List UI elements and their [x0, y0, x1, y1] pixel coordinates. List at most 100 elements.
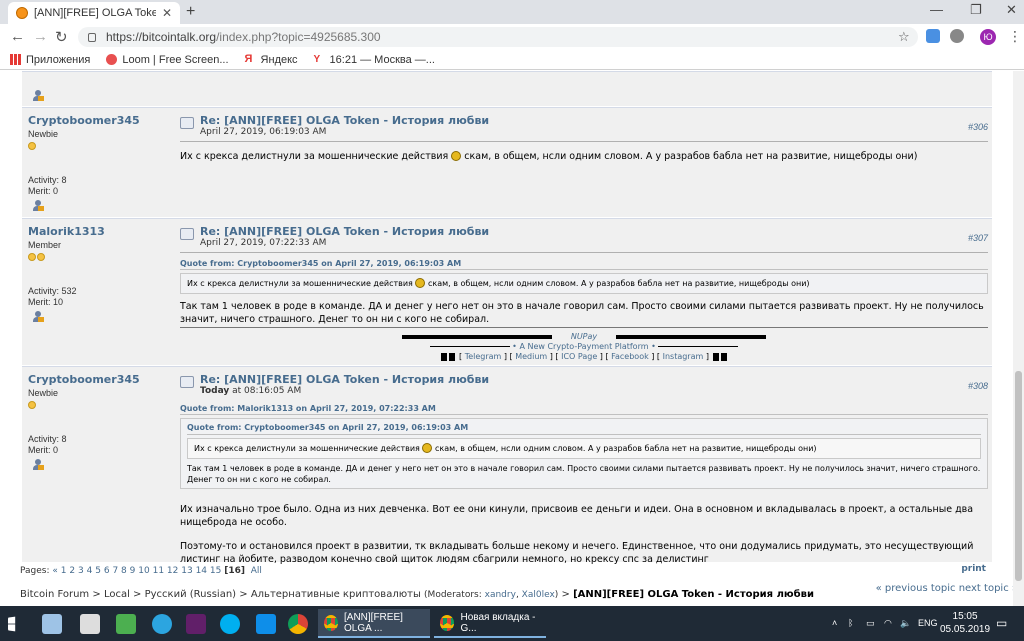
post-number[interactable]: #306 [968, 122, 988, 132]
url-host: https://bitcointalk.org [106, 30, 217, 44]
page-link[interactable]: 5 [95, 566, 101, 576]
bookmark-weather[interactable]: Y 16:21 — Москва —... [314, 54, 435, 66]
user-profile-icon[interactable] [32, 459, 44, 471]
author-merit: Merit: 0 [28, 445, 59, 455]
translate-extension-icon[interactable] [926, 29, 940, 43]
print-link[interactable]: print [961, 564, 986, 574]
clock[interactable]: 15:05 05.05.2019 [940, 610, 990, 636]
post-number[interactable]: #307 [968, 233, 988, 243]
signature-link-facebook[interactable]: Facebook [611, 352, 649, 361]
minimize-icon[interactable]: — [930, 2, 943, 17]
post-subject[interactable]: Re: [ANN][FREE] OLGA Token - История люб… [200, 373, 489, 386]
previous-topic-link[interactable]: « previous topic [876, 583, 956, 594]
language-indicator[interactable]: ENG [918, 618, 938, 628]
scrollbar[interactable] [1013, 71, 1024, 606]
page-link[interactable]: 1 [61, 566, 67, 576]
author-name[interactable]: Malorik1313 [28, 225, 178, 238]
moderators: (Moderators: xandry, Xal0lex) [424, 590, 559, 600]
extension-icon[interactable] [950, 29, 964, 43]
page-link[interactable]: 2 [69, 566, 75, 576]
page-link[interactable]: 13 [181, 566, 192, 576]
teamviewer-icon[interactable] [256, 614, 276, 634]
network-icon[interactable]: ▭ [866, 618, 875, 629]
signature-link-ico-page[interactable]: ICO Page [561, 352, 597, 361]
page-link[interactable]: 9 [130, 566, 136, 576]
close-window-icon[interactable]: ✕ [1006, 2, 1017, 18]
breadcrumb-item[interactable]: Local [104, 589, 130, 600]
quote-header[interactable]: Quote from: Malorik1313 on April 27, 201… [180, 404, 988, 415]
page-link[interactable]: 11 [153, 566, 164, 576]
user-profile-icon[interactable] [32, 90, 44, 102]
post-text: Их изначально трое было. Одна из них дев… [180, 504, 974, 528]
breadcrumb-item[interactable]: Русский (Russian) [145, 589, 236, 600]
bookmark-star-icon[interactable]: ☆ [898, 29, 910, 45]
nested-quote-header[interactable]: Quote from: Cryptoboomer345 on April 27,… [187, 422, 981, 435]
breadcrumb-item[interactable]: Bitcoin Forum [20, 589, 89, 600]
forward-icon[interactable]: → [33, 28, 48, 45]
quote-header[interactable]: Quote from: Cryptoboomer345 on April 27,… [180, 259, 988, 270]
bookmark-loom[interactable]: Loom | Free Screen... [106, 54, 229, 66]
signature-tagline[interactable]: A New Crypto-Payment Platform [519, 342, 648, 351]
breadcrumb-item[interactable]: Альтернативные криптовалюты [251, 589, 421, 600]
bookmark-yandex[interactable]: Я Яндекс [245, 54, 298, 66]
clock-date: 05.05.2019 [940, 624, 991, 635]
page-link[interactable]: 4 [87, 566, 93, 576]
signature-link-medium[interactable]: Medium [515, 352, 547, 361]
notifications-icon[interactable]: ▭ [996, 616, 1007, 630]
next-topic-link[interactable]: next topic » [959, 583, 1018, 594]
page-link[interactable]: 8 [121, 566, 127, 576]
taskbar-app-newtab[interactable]: Новая вкладка - G... [434, 609, 546, 638]
moderator-link[interactable]: Xal0lex [522, 590, 555, 600]
page-link[interactable]: 7 [112, 566, 118, 576]
camtasia-icon[interactable] [116, 614, 136, 634]
windows-start-icon[interactable] [8, 616, 16, 632]
tab-strip: [ANN][FREE] OLGA Token - Истори ✕ + — ❐ … [0, 0, 1024, 24]
page-link[interactable]: 14 [196, 566, 207, 576]
author-name[interactable]: Cryptoboomer345 [28, 114, 178, 127]
author-rank: Newbie [28, 129, 59, 139]
user-profile-icon[interactable] [32, 200, 44, 212]
post-number[interactable]: #308 [968, 381, 988, 391]
profile-avatar[interactable]: Ю [980, 29, 996, 45]
close-tab-icon[interactable]: ✕ [162, 6, 172, 20]
author-name[interactable]: Cryptoboomer345 [28, 373, 178, 386]
wifi-icon[interactable]: ◠ [884, 618, 892, 629]
page-link[interactable]: 6 [104, 566, 110, 576]
tab-title: [ANN][FREE] OLGA Token - Истори [34, 7, 156, 19]
slack-icon[interactable] [186, 614, 206, 634]
bookmark-apps[interactable]: Приложения [10, 54, 90, 66]
browser-tab-active[interactable]: [ANN][FREE] OLGA Token - Истори ✕ [8, 2, 180, 24]
moderator-link[interactable]: xandry [485, 590, 516, 600]
signature-link-telegram[interactable]: Telegram [465, 352, 502, 361]
skype-icon[interactable] [220, 614, 240, 634]
page-prev[interactable]: « [52, 566, 58, 576]
calculator-icon[interactable] [80, 614, 100, 634]
reload-icon[interactable]: ↻ [55, 28, 68, 46]
post-subject[interactable]: Re: [ANN][FREE] OLGA Token - История люб… [200, 225, 489, 238]
page-link[interactable]: 10 [138, 566, 149, 576]
page-all[interactable]: All [251, 566, 262, 576]
back-icon[interactable]: ← [10, 28, 25, 45]
scrollbar-thumb[interactable] [1015, 371, 1022, 581]
volume-icon[interactable]: 🔈 [900, 618, 911, 629]
telegram-icon[interactable] [152, 614, 172, 634]
chrome-icon[interactable] [288, 614, 308, 634]
topic-navigation: « previous topic next topic » [876, 583, 1018, 594]
tray-up-icon[interactable]: ˄ [832, 618, 837, 628]
signature-link-instagram[interactable]: Instagram [663, 352, 704, 361]
bluetooth-icon[interactable]: ᛒ [848, 618, 853, 628]
post-subject[interactable]: Re: [ANN][FREE] OLGA Token - История люб… [200, 114, 489, 127]
file-explorer-icon[interactable] [42, 614, 62, 634]
page-link[interactable]: 12 [167, 566, 178, 576]
breadcrumb-current[interactable]: [ANN][FREE] OLGA Token - История любви [573, 589, 814, 600]
page-link[interactable]: 3 [78, 566, 84, 576]
user-profile-icon[interactable] [32, 311, 44, 323]
menu-icon[interactable]: ⋮ [1008, 28, 1022, 45]
page-link[interactable]: 15 [210, 566, 221, 576]
new-tab-icon[interactable]: + [186, 3, 195, 21]
restore-icon[interactable]: ❐ [970, 2, 982, 18]
address-bar[interactable]: https://bitcointalk.org/index.php?topic=… [78, 27, 918, 47]
taskbar-app-forum[interactable]: [ANN][FREE] OLGA ... [318, 609, 430, 638]
windows-taskbar: [ANN][FREE] OLGA ... Новая вкладка - G..… [0, 606, 1024, 641]
post-text: Так там 1 человек в роде в команде. ДА и… [180, 301, 984, 325]
